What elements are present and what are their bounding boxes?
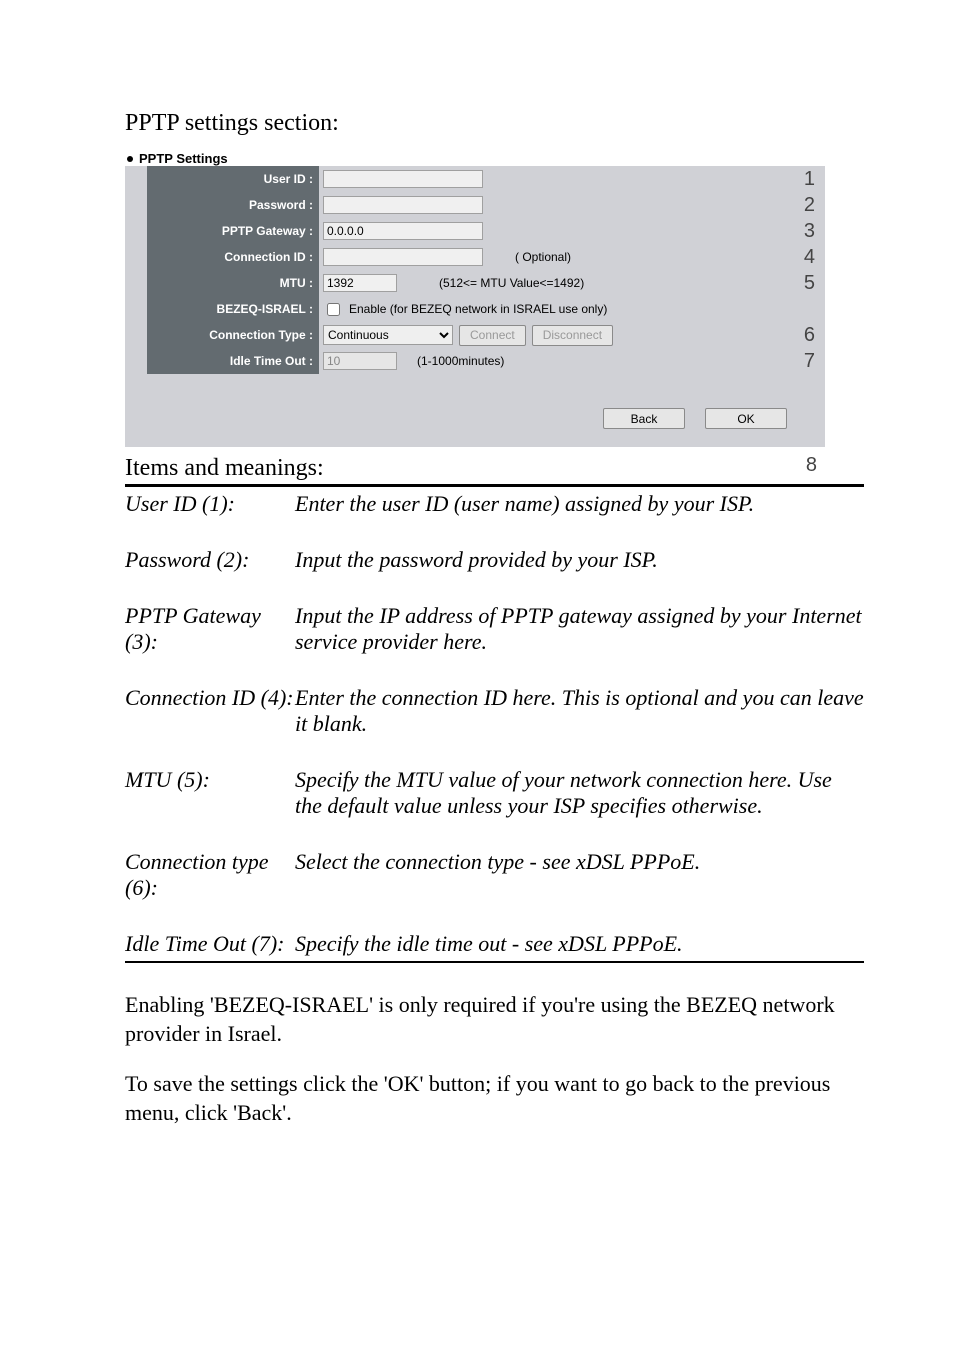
definitions-table: User ID (1):Enter the user ID (user name… bbox=[125, 491, 864, 961]
connection-type-select[interactable]: Continuous bbox=[323, 325, 453, 345]
table-row: MTU (5):Specify the MTU value of your ne… bbox=[125, 767, 864, 849]
label-connection-id: Connection ID : bbox=[147, 244, 319, 270]
bezeq-hint: Enable (for BEZEQ network in ISRAEL use … bbox=[349, 302, 607, 316]
row-user-id: User ID : 1 bbox=[147, 166, 825, 192]
row-gateway: PPTP Gateway : 3 bbox=[147, 218, 825, 244]
desc: Enter the user ID (user name) assigned b… bbox=[295, 491, 864, 547]
desc: Select the connection type - see xDSL PP… bbox=[295, 849, 864, 931]
desc: Input the password provided by your ISP. bbox=[295, 547, 864, 603]
table-row: Password (2):Input the password provided… bbox=[125, 547, 864, 603]
gateway-input[interactable] bbox=[323, 222, 483, 240]
screenshot-heading: PPTP Settings bbox=[139, 151, 228, 166]
disconnect-button[interactable]: Disconnect bbox=[532, 325, 613, 346]
back-button[interactable]: Back bbox=[603, 408, 685, 429]
row-connection-id: Connection ID : ( Optional) 4 bbox=[147, 244, 825, 270]
password-input[interactable] bbox=[323, 196, 483, 214]
row-password: Password : 2 bbox=[147, 192, 825, 218]
term: PPTP Gateway (3): bbox=[125, 603, 295, 685]
term: MTU (5): bbox=[125, 767, 295, 849]
idle-hint: (1-1000minutes) bbox=[417, 354, 504, 368]
items-heading: Items and meanings: bbox=[125, 455, 864, 486]
tail-paragraph-1: Enabling 'BEZEQ-ISRAEL' is only required… bbox=[125, 991, 864, 1048]
desc: Specify the MTU value of your network co… bbox=[295, 767, 864, 849]
term: Connection type (6): bbox=[125, 849, 295, 931]
label-gateway: PPTP Gateway : bbox=[147, 218, 319, 244]
row-connection-type: Connection Type : Continuous Connect Dis… bbox=[147, 322, 825, 348]
label-mtu: MTU : bbox=[147, 270, 319, 296]
marker-5: 5 bbox=[804, 272, 815, 295]
marker-4: 4 bbox=[804, 246, 815, 269]
label-user-id: User ID : bbox=[147, 166, 319, 192]
desc: Specify the idle time out - see xDSL PPP… bbox=[295, 931, 864, 961]
term: Password (2): bbox=[125, 547, 295, 603]
term: User ID (1): bbox=[125, 491, 295, 547]
term: Idle Time Out (7): bbox=[125, 931, 295, 961]
desc: Input the IP address of PPTP gateway ass… bbox=[295, 603, 864, 685]
table-row: Idle Time Out (7):Specify the idle time … bbox=[125, 931, 864, 961]
user-id-input[interactable] bbox=[323, 170, 483, 188]
row-bezeq: BEZEQ-ISRAEL : Enable (for BEZEQ network… bbox=[147, 296, 825, 322]
mtu-hint: (512<= MTU Value<=1492) bbox=[439, 276, 584, 290]
ok-button[interactable]: OK bbox=[705, 408, 787, 429]
desc: Enter the connection ID here. This is op… bbox=[295, 685, 864, 767]
marker-2: 2 bbox=[804, 194, 815, 217]
row-mtu: MTU : (512<= MTU Value<=1492) 5 bbox=[147, 270, 825, 296]
tail-paragraph-2: To save the settings click the 'OK' butt… bbox=[125, 1070, 864, 1127]
label-bezeq: BEZEQ-ISRAEL : bbox=[147, 296, 319, 322]
marker-7: 7 bbox=[804, 350, 815, 373]
idle-input[interactable] bbox=[323, 352, 397, 370]
row-idle: Idle Time Out : (1-1000minutes) 7 bbox=[147, 348, 825, 374]
marker-1: 1 bbox=[804, 168, 815, 191]
table-row: Connection ID (4):Enter the connection I… bbox=[125, 685, 864, 767]
pptp-settings-screenshot: PPTP Settings User ID : 1 Password : 2 P… bbox=[125, 149, 825, 447]
term: Connection ID (4): bbox=[125, 685, 295, 767]
table-row: PPTP Gateway (3):Input the IP address of… bbox=[125, 603, 864, 685]
section-title: PPTP settings section: bbox=[125, 110, 864, 137]
bullet-icon bbox=[127, 156, 133, 162]
mtu-input[interactable] bbox=[323, 274, 397, 292]
label-password: Password : bbox=[147, 192, 319, 218]
connection-id-input[interactable] bbox=[323, 248, 483, 266]
label-connection-type: Connection Type : bbox=[147, 322, 319, 348]
connection-id-hint: ( Optional) bbox=[515, 250, 571, 264]
table-row: User ID (1):Enter the user ID (user name… bbox=[125, 491, 864, 547]
marker-6: 6 bbox=[804, 324, 815, 347]
table-row: Connection type (6):Select the connectio… bbox=[125, 849, 864, 931]
label-idle: Idle Time Out : bbox=[147, 348, 319, 374]
marker-3: 3 bbox=[804, 220, 815, 243]
connect-button[interactable]: Connect bbox=[459, 325, 526, 346]
bezeq-checkbox[interactable] bbox=[327, 303, 340, 316]
